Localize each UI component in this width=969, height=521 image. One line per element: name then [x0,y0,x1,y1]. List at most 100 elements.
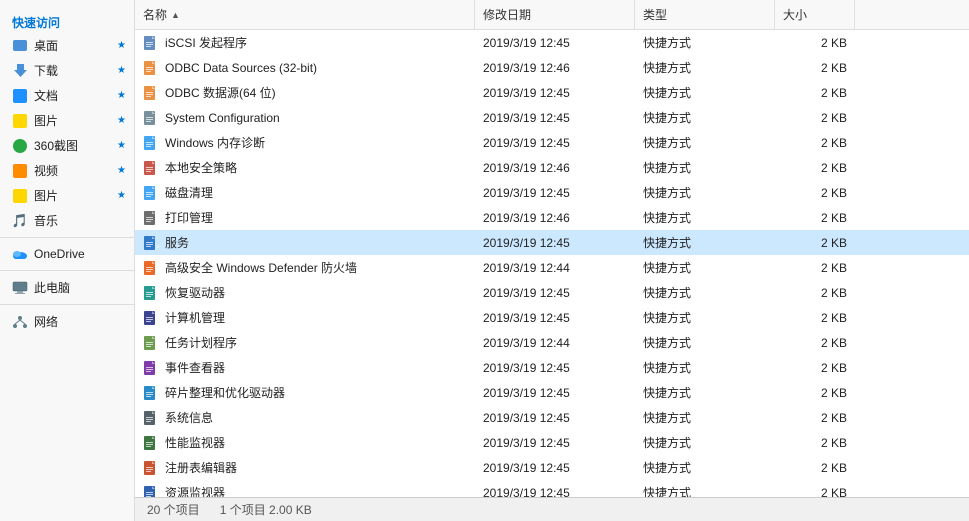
svg-text:↗: ↗ [155,470,159,476]
divider-2 [0,270,134,271]
pin-icon-pics: ★ [117,115,126,126]
svg-text:↗: ↗ [155,345,159,351]
cell-name-13: ↗ 事件查看器 [135,357,475,378]
col-header-date[interactable]: 修改日期 [475,0,635,29]
cell-size-5: 2 KB [775,159,855,177]
cell-type-18: 快捷方式 [635,482,775,497]
file-name-2: ODBC 数据源(64 位) [165,84,276,101]
table-row[interactable]: ↗ 碎片整理和优化驱动器 2019/3/19 12:45 快捷方式 2 KB [135,380,969,405]
file-name-14: 碎片整理和优化驱动器 [165,384,285,401]
sidebar-label-music: 音乐 [34,212,58,229]
cell-date-8: 2019/3/19 12:45 [475,234,635,252]
table-row[interactable]: ↗ 任务计划程序 2019/3/19 12:44 快捷方式 2 KB [135,330,969,355]
cell-size-17: 2 KB [775,459,855,477]
cell-type-12: 快捷方式 [635,332,775,353]
file-icon-7: ↗ [143,210,159,226]
cell-name-11: ↗ 计算机管理 [135,307,475,328]
table-row[interactable]: ↗ System Configuration 2019/3/19 12:45 快… [135,105,969,130]
file-name-0: iSCSI 发起程序 [165,34,247,51]
cell-date-6: 2019/3/19 12:45 [475,184,635,202]
col-date-label: 修改日期 [483,6,531,23]
divider-3 [0,304,134,305]
sidebar-item-download[interactable]: 下载 ★ [0,58,134,83]
cell-size-18: 2 KB [775,484,855,498]
file-icon-15: ↗ [143,410,159,426]
table-row[interactable]: ↗ 打印管理 2019/3/19 12:46 快捷方式 2 KB [135,205,969,230]
file-icon-9: ↗ [143,260,159,276]
table-row[interactable]: ↗ 本地安全策略 2019/3/19 12:46 快捷方式 2 KB [135,155,969,180]
cell-date-15: 2019/3/19 12:45 [475,409,635,427]
table-row[interactable]: ↗ 性能监视器 2019/3/19 12:45 快捷方式 2 KB [135,430,969,455]
cell-date-14: 2019/3/19 12:45 [475,384,635,402]
onedrive-icon [12,246,28,262]
cell-date-0: 2019/3/19 12:45 [475,34,635,52]
sidebar-item-onedrive[interactable]: OneDrive [0,242,134,266]
cell-size-1: 2 KB [775,59,855,77]
file-name-3: System Configuration [165,111,280,125]
sidebar-label-desktop: 桌面 [34,37,58,54]
svg-text:↗: ↗ [155,220,159,226]
pc-icon [12,280,28,296]
svg-text:↗: ↗ [155,445,159,451]
table-row[interactable]: ↗ iSCSI 发起程序 2019/3/19 12:45 快捷方式 2 KB [135,30,969,55]
cell-type-17: 快捷方式 [635,457,775,478]
cell-date-9: 2019/3/19 12:44 [475,259,635,277]
sidebar-item-network[interactable]: 网络 [0,309,134,334]
file-name-8: 服务 [165,234,189,251]
cell-name-7: ↗ 打印管理 [135,207,475,228]
cell-name-0: ↗ iSCSI 发起程序 [135,32,475,53]
col-header-type[interactable]: 类型 [635,0,775,29]
table-row[interactable]: ↗ 磁盘清理 2019/3/19 12:45 快捷方式 2 KB [135,180,969,205]
sidebar-item-docs[interactable]: 文档 ★ [0,83,134,108]
cell-date-11: 2019/3/19 12:45 [475,309,635,327]
sidebar-item-music[interactable]: 🎵 音乐 [0,208,134,233]
cell-size-14: 2 KB [775,384,855,402]
sidebar-item-pc[interactable]: 此电脑 [0,275,134,300]
cell-size-10: 2 KB [775,284,855,302]
sidebar-item-360[interactable]: 360截图 ★ [0,133,134,158]
cell-name-2: ↗ ODBC 数据源(64 位) [135,82,475,103]
col-type-label: 类型 [643,6,667,23]
file-name-15: 系统信息 [165,409,213,426]
table-row[interactable]: ↗ 服务 2019/3/19 12:45 快捷方式 2 KB [135,230,969,255]
col-header-size[interactable]: 大小 [775,0,855,29]
table-row[interactable]: ↗ Windows 内存诊断 2019/3/19 12:45 快捷方式 2 KB [135,130,969,155]
table-row[interactable]: ↗ ODBC Data Sources (32-bit) 2019/3/19 1… [135,55,969,80]
col-header-name[interactable]: 名称 ▲ [135,0,475,29]
file-name-4: Windows 内存诊断 [165,134,265,151]
sidebar-item-video[interactable]: 视频 ★ [0,158,134,183]
table-row[interactable]: ↗ 注册表编辑器 2019/3/19 12:45 快捷方式 2 KB [135,455,969,480]
cell-name-5: ↗ 本地安全策略 [135,157,475,178]
table-row[interactable]: ↗ 系统信息 2019/3/19 12:45 快捷方式 2 KB [135,405,969,430]
col-name-label: 名称 [143,6,167,23]
file-icon-6: ↗ [143,185,159,201]
sort-arrow-name: ▲ [171,10,180,20]
cell-date-7: 2019/3/19 12:46 [475,209,635,227]
cell-name-4: ↗ Windows 内存诊断 [135,132,475,153]
cell-name-17: ↗ 注册表编辑器 [135,457,475,478]
sidebar-item-pics2[interactable]: 图片 ★ [0,183,134,208]
file-list: ↗ iSCSI 发起程序 2019/3/19 12:45 快捷方式 2 KB ↗… [135,30,969,497]
file-icon-14: ↗ [143,385,159,401]
table-row[interactable]: ↗ 恢复驱动器 2019/3/19 12:45 快捷方式 2 KB [135,280,969,305]
file-name-10: 恢复驱动器 [165,284,225,301]
table-row[interactable]: ↗ 计算机管理 2019/3/19 12:45 快捷方式 2 KB [135,305,969,330]
cell-name-18: ↗ 资源监视器 [135,482,475,497]
docs-icon [12,88,28,104]
pics2-icon [12,188,28,204]
file-icon-10: ↗ [143,285,159,301]
selected-info: 1 个项目 2.00 KB [220,501,312,518]
cell-type-8: 快捷方式 [635,232,775,253]
sidebar-item-pics[interactable]: 图片 ★ [0,108,134,133]
file-icon-0: ↗ [143,35,159,51]
table-row[interactable]: ↗ 资源监视器 2019/3/19 12:45 快捷方式 2 KB [135,480,969,497]
table-row[interactable]: ↗ 高级安全 Windows Defender 防火墙 2019/3/19 12… [135,255,969,280]
cell-type-10: 快捷方式 [635,282,775,303]
table-row[interactable]: ↗ 事件查看器 2019/3/19 12:45 快捷方式 2 KB [135,355,969,380]
file-icon-2: ↗ [143,85,159,101]
cell-name-16: ↗ 性能监视器 [135,432,475,453]
cell-type-16: 快捷方式 [635,432,775,453]
table-row[interactable]: ↗ ODBC 数据源(64 位) 2019/3/19 12:45 快捷方式 2 … [135,80,969,105]
sidebar-item-desktop[interactable]: 桌面 ★ [0,33,134,58]
sidebar-label-pics2: 图片 [34,187,58,204]
